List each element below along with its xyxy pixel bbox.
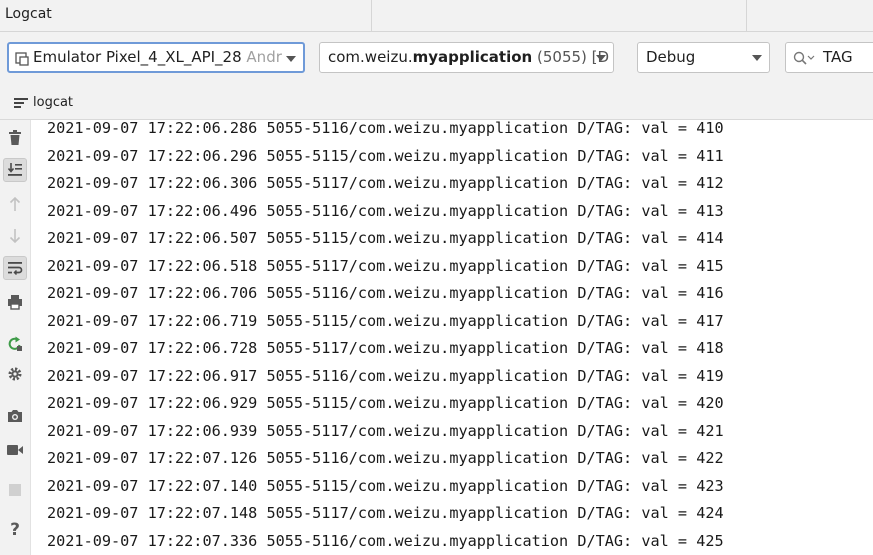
scroll-to-end-icon <box>7 163 22 176</box>
device-select[interactable]: Emulator Pixel_4_XL_API_28 Andr <box>7 42 305 73</box>
logcat-output[interactable]: 2021-09-07 17:22:06.286 5055-5116/com.we… <box>31 120 873 555</box>
help-button[interactable]: ? <box>3 518 27 542</box>
screen-capture-button[interactable] <box>3 404 27 428</box>
logcat-side-toolbar: ? <box>0 120 31 555</box>
stop-icon <box>9 484 21 496</box>
log-line: 2021-09-07 17:22:06.306 5055-5117/com.we… <box>47 174 724 192</box>
log-lines-icon <box>14 98 28 108</box>
arrow-down-icon <box>9 229 21 244</box>
restart-button[interactable] <box>3 332 27 356</box>
screen-record-icon <box>7 445 23 455</box>
screenshot-icon <box>8 410 22 422</box>
log-line: 2021-09-07 17:22:07.140 5055-5115/com.we… <box>47 476 724 495</box>
log-line: 2021-09-07 17:22:06.518 5055-5117/com.we… <box>47 256 724 275</box>
process-package-prefix: com.weizu. <box>328 48 413 66</box>
soft-wrap-button[interactable] <box>3 256 27 280</box>
log-line: 2021-09-07 17:22:06.917 5055-5116/com.we… <box>47 366 724 385</box>
title-bar-divider <box>371 0 372 31</box>
search-icon <box>793 51 815 65</box>
screen-record-button[interactable] <box>3 438 27 462</box>
log-line: 2021-09-07 17:22:06.507 5055-5115/com.we… <box>47 229 724 247</box>
arrow-up-icon <box>9 196 21 211</box>
search-input[interactable]: TAG <box>785 42 873 73</box>
search-value: TAG <box>823 48 853 66</box>
title-bar-divider <box>746 0 747 31</box>
terminate-button[interactable] <box>3 478 27 502</box>
log-line: 2021-09-07 17:22:06.286 5055-5116/com.we… <box>47 120 724 137</box>
log-line: 2021-09-07 17:22:06.929 5055-5115/com.we… <box>47 394 724 412</box>
log-line: 2021-09-07 17:22:06.719 5055-5115/com.we… <box>47 311 724 330</box>
scroll-to-end-button[interactable] <box>3 158 27 182</box>
window-title: Logcat <box>5 6 52 22</box>
device-icon <box>15 52 29 66</box>
process-package-name: myapplication <box>412 48 533 66</box>
print-button[interactable] <box>3 290 27 314</box>
chevron-down-icon <box>752 55 762 61</box>
log-line: 2021-09-07 17:22:07.336 5055-5116/com.we… <box>47 531 724 550</box>
log-level-value: Debug <box>646 48 696 66</box>
tab-logcat[interactable]: logcat <box>33 95 73 110</box>
settings-icon <box>8 367 22 381</box>
print-icon <box>8 295 22 310</box>
log-line: 2021-09-07 17:22:06.706 5055-5116/com.we… <box>47 284 724 302</box>
chevron-down-icon <box>286 56 296 62</box>
logcat-tab-row: logcat <box>0 87 873 120</box>
soft-wrap-icon <box>8 262 23 276</box>
log-line: 2021-09-07 17:22:07.148 5055-5117/com.we… <box>47 504 724 522</box>
log-level-select[interactable]: Debug <box>637 42 770 73</box>
log-line: 2021-09-07 17:22:06.728 5055-5117/com.we… <box>47 339 724 357</box>
process-pid: (5055) <box>532 48 587 66</box>
down-the-stack-button[interactable] <box>3 224 27 248</box>
clear-logcat-button[interactable] <box>3 126 27 150</box>
process-select[interactable]: com.weizu.myapplication (5055) [D <box>319 42 614 73</box>
chevron-down-icon <box>596 55 606 61</box>
device-name: Emulator Pixel_4_XL_API_28 <box>33 48 242 66</box>
trash-icon <box>9 130 21 145</box>
title-bar: Logcat <box>0 0 873 32</box>
log-line: 2021-09-07 17:22:06.296 5055-5115/com.we… <box>47 146 724 165</box>
device-suffix: Andr <box>246 48 282 66</box>
help-icon: ? <box>10 520 20 540</box>
logcat-toolbar: Emulator Pixel_4_XL_API_28 Andr com.weiz… <box>0 32 873 87</box>
logcat-settings-button[interactable] <box>3 362 27 386</box>
up-the-stack-button[interactable] <box>3 192 27 216</box>
restart-icon <box>8 336 22 351</box>
log-line: 2021-09-07 17:22:07.126 5055-5116/com.we… <box>47 449 724 467</box>
log-line: 2021-09-07 17:22:06.939 5055-5117/com.we… <box>47 421 724 440</box>
log-line: 2021-09-07 17:22:06.496 5055-5116/com.we… <box>47 201 724 220</box>
